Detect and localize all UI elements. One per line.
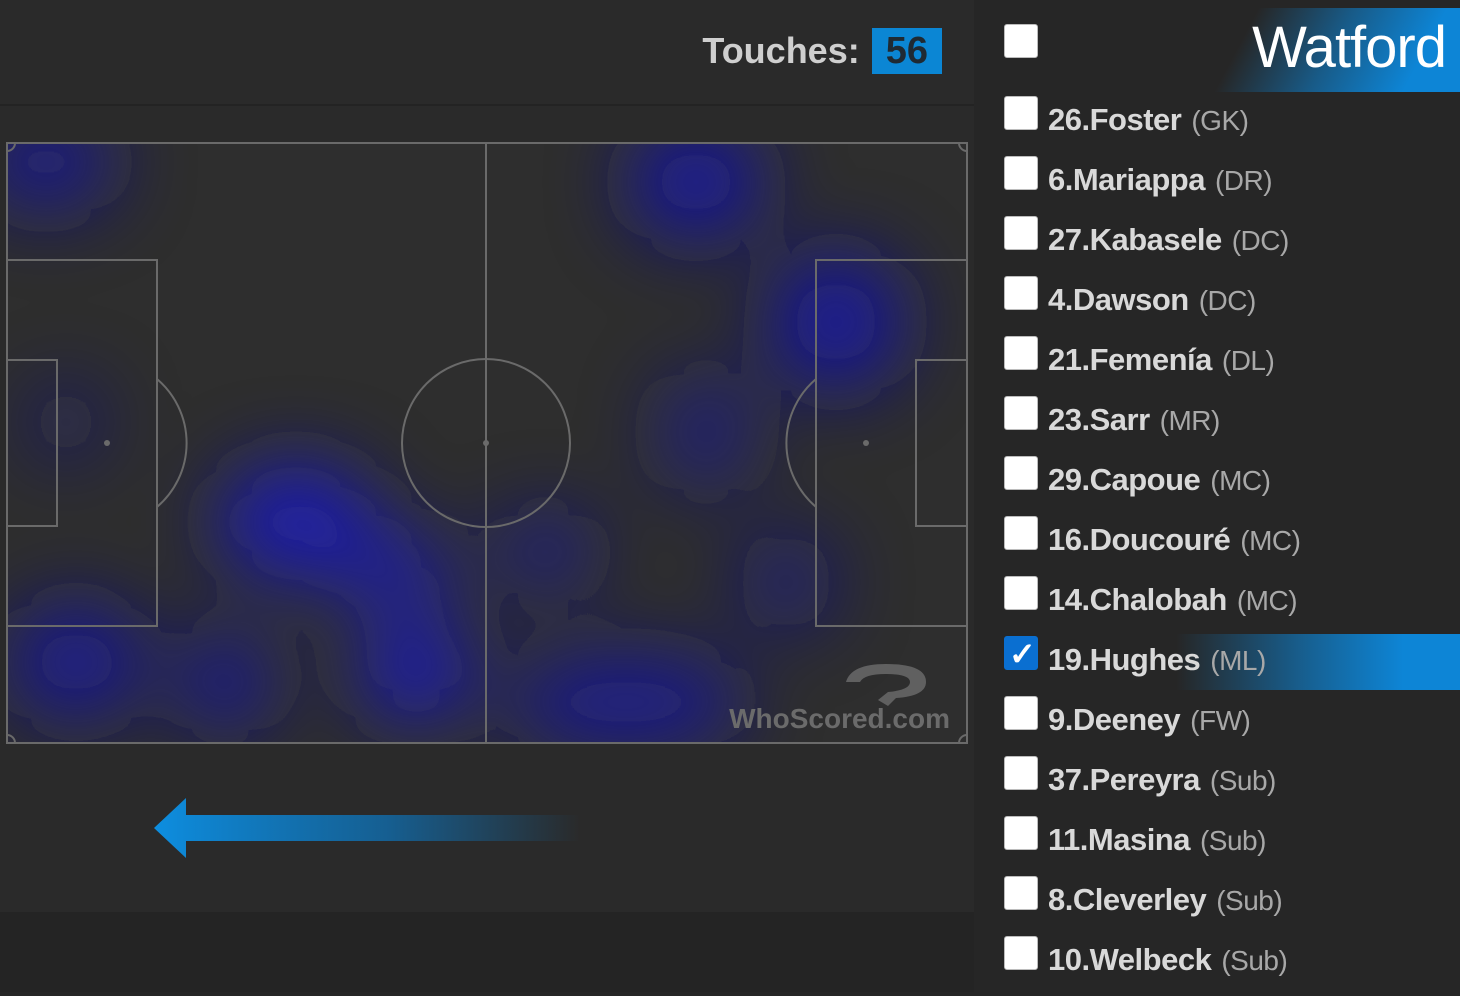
player-position: (Sub)	[1221, 945, 1288, 976]
player-checkbox[interactable]	[1004, 396, 1038, 430]
player-row[interactable]: 21.Femenía (DL)	[976, 336, 1460, 396]
player-name-text: 10.Welbeck	[1048, 942, 1212, 977]
player-position: (ML)	[1210, 645, 1266, 676]
player-position: (Sub)	[1199, 825, 1266, 856]
player-checkbox[interactable]	[1004, 576, 1038, 610]
player-name-text: 23.Sarr	[1048, 402, 1150, 437]
player-name: 27.Kabasele (DC)	[1048, 222, 1289, 258]
player-row[interactable]: 11.Masina (Sub)	[976, 816, 1460, 876]
attack-direction-arrow-icon	[154, 798, 580, 858]
player-name: 37.Pereyra (Sub)	[1048, 762, 1276, 798]
player-name: 11.Masina (Sub)	[1048, 822, 1266, 858]
player-checkbox[interactable]	[1004, 336, 1038, 370]
player-name-text: 9.Deeney	[1048, 702, 1181, 737]
player-name-text: 19.Hughes	[1048, 642, 1201, 677]
player-name: 6.Mariappa (DR)	[1048, 162, 1273, 198]
player-name: 10.Welbeck (Sub)	[1048, 942, 1288, 978]
player-checkbox[interactable]: ✓	[1004, 636, 1038, 672]
player-row[interactable]: 29.Capoue (MC)	[976, 456, 1460, 516]
player-name-text: 27.Kabasele	[1048, 222, 1222, 257]
heatmap-panel: Touches: 56 WhoScored.com	[0, 0, 974, 912]
player-row[interactable]: 10.Welbeck (Sub)	[976, 936, 1460, 996]
player-position: (DC)	[1231, 225, 1290, 256]
player-name: 9.Deeney (FW)	[1048, 702, 1251, 738]
player-checkbox[interactable]	[1004, 696, 1038, 730]
panel-footer	[0, 912, 974, 992]
touches-label: Touches:	[702, 30, 860, 71]
player-name-text: 29.Capoue	[1048, 462, 1201, 497]
player-name-text: 21.Femenía	[1048, 342, 1212, 377]
player-name: 26.Foster (GK)	[1048, 102, 1249, 138]
player-checkbox[interactable]	[1004, 816, 1038, 850]
player-list-panel: Watford 26.Foster (GK) 6.Mariappa (DR) 27.Ka…	[976, 0, 1460, 992]
player-name: 14.Chalobah (MC)	[1048, 582, 1298, 618]
player-name: 4.Dawson (DC)	[1048, 282, 1256, 318]
player-name: 23.Sarr (MR)	[1048, 402, 1220, 438]
player-position: (Sub)	[1209, 765, 1276, 796]
team-header: Watford	[976, 0, 1460, 92]
player-row[interactable]: 8.Cleverley (Sub)	[976, 876, 1460, 936]
player-row[interactable]: ✓ 19.Hughes (ML)	[976, 634, 1460, 696]
player-name: 29.Capoue (MC)	[1048, 462, 1271, 498]
player-name-text: 4.Dawson	[1048, 282, 1189, 317]
player-name-text: 6.Mariappa	[1048, 162, 1205, 197]
player-row[interactable]: 26.Foster (GK)	[976, 96, 1460, 156]
player-position: (GK)	[1191, 105, 1249, 136]
player-position: (DL)	[1221, 345, 1275, 376]
player-checkbox[interactable]	[1004, 456, 1038, 490]
player-name-text: 26.Foster	[1048, 102, 1182, 137]
player-checkbox[interactable]	[1004, 156, 1038, 190]
player-row[interactable]: 14.Chalobah (MC)	[976, 576, 1460, 636]
player-row[interactable]: 23.Sarr (MR)	[976, 396, 1460, 456]
player-checkbox[interactable]	[1004, 276, 1038, 310]
center-spot	[483, 440, 489, 446]
player-checkbox[interactable]	[1004, 756, 1038, 790]
player-name: 21.Femenía (DL)	[1048, 342, 1275, 378]
player-name: 16.Doucouré (MC)	[1048, 522, 1301, 558]
player-position: (MC)	[1240, 525, 1301, 556]
player-name-text: 37.Pereyra	[1048, 762, 1200, 797]
pitch-heatmap: WhoScored.com	[6, 142, 968, 744]
player-position: (FW)	[1190, 705, 1251, 736]
touches-counter: Touches: 56	[702, 28, 942, 74]
right-penalty-spot	[863, 440, 869, 446]
player-checkbox[interactable]	[1004, 216, 1038, 250]
player-name-text: 16.Doucouré	[1048, 522, 1231, 557]
player-checkbox[interactable]	[1004, 96, 1038, 130]
player-name: 8.Cleverley (Sub)	[1048, 882, 1283, 918]
watermark-text: WhoScored.com	[729, 703, 950, 734]
touches-value: 56	[871, 28, 942, 74]
player-row[interactable]: 37.Pereyra (Sub)	[976, 756, 1460, 816]
team-name: Watford	[1252, 15, 1447, 80]
heatmap-header: Touches: 56	[0, 0, 974, 106]
player-row[interactable]: 9.Deeney (FW)	[976, 696, 1460, 756]
player-position: (DC)	[1198, 285, 1257, 316]
player-checkbox[interactable]	[1004, 936, 1038, 970]
player-row[interactable]: 27.Kabasele (DC)	[976, 216, 1460, 276]
player-name-text: 8.Cleverley	[1048, 882, 1207, 917]
player-checkbox[interactable]	[1004, 876, 1038, 910]
select-all-checkbox[interactable]	[1004, 24, 1038, 58]
player-name: 19.Hughes (ML)	[1048, 642, 1266, 678]
checkmark-icon: ✓	[1009, 636, 1036, 672]
player-row[interactable]: 16.Doucouré (MC)	[976, 516, 1460, 576]
player-checkbox[interactable]	[1004, 516, 1038, 550]
player-name-text: 14.Chalobah	[1048, 582, 1227, 617]
left-penalty-spot	[104, 440, 110, 446]
player-position: (MC)	[1210, 465, 1271, 496]
player-position: (Sub)	[1216, 885, 1283, 916]
player-name-text: 11.Masina	[1048, 822, 1190, 857]
player-position: (MR)	[1159, 405, 1221, 436]
player-row[interactable]: 4.Dawson (DC)	[976, 276, 1460, 336]
player-position: (DR)	[1214, 165, 1273, 196]
player-position: (MC)	[1236, 585, 1298, 616]
player-row[interactable]: 6.Mariappa (DR)	[976, 156, 1460, 216]
